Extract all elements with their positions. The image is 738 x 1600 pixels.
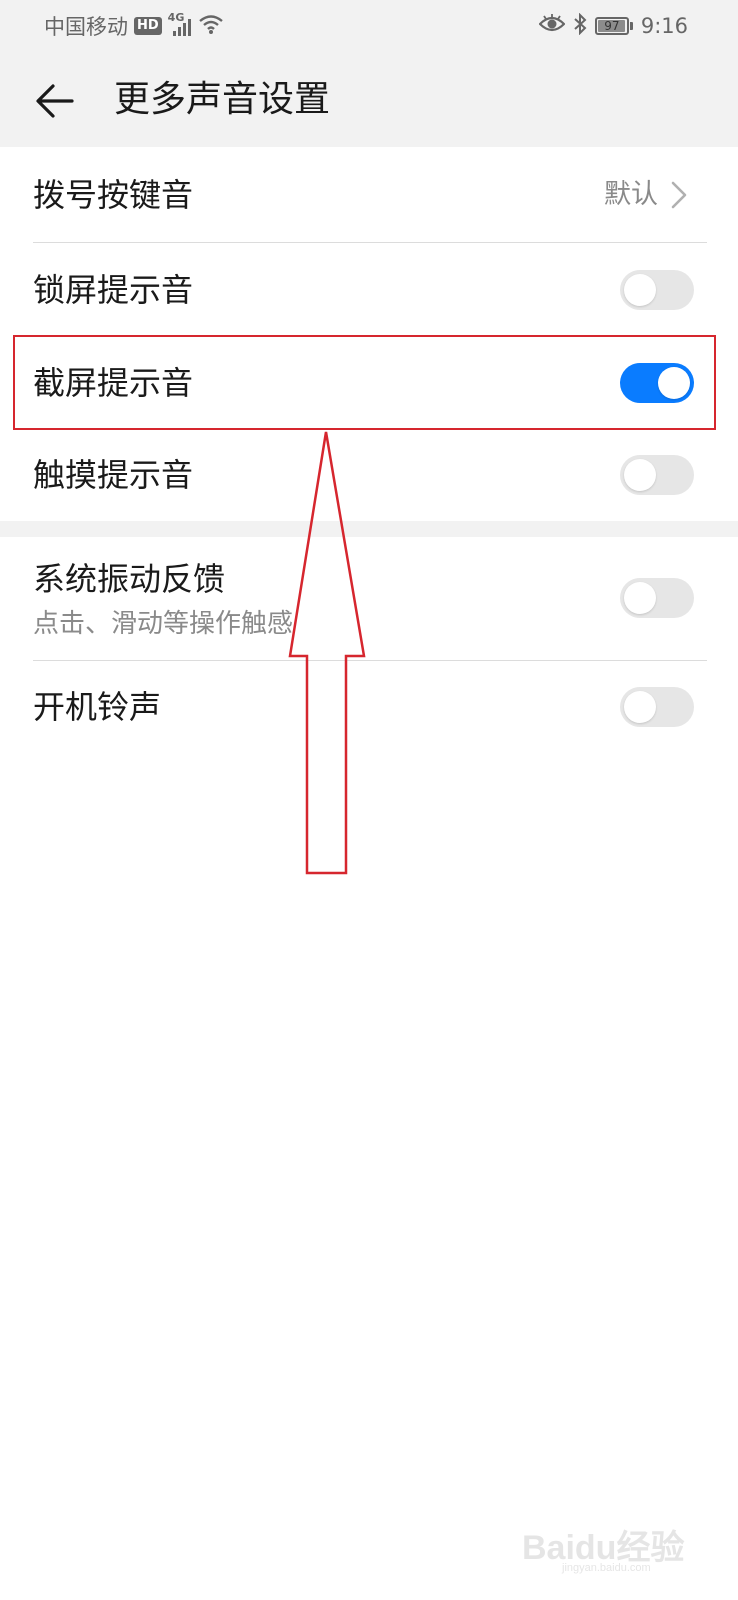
setting-label: 触摸提示音 <box>33 456 194 494</box>
hd-badge: HD <box>134 17 162 35</box>
status-left: 中国移动 HD 4G <box>44 11 224 40</box>
setting-label: 开机铃声 <box>33 688 162 726</box>
setting-row-dial-tone[interactable]: 拨号按键音 默认 <box>0 147 738 243</box>
arrow-left-icon[interactable] <box>34 80 76 122</box>
section-divider <box>0 521 738 537</box>
eye-comfort-icon <box>538 13 566 39</box>
status-bar: 中国移动 HD 4G 97 9:16 <box>0 0 738 52</box>
setting-label: 截屏提示音 <box>33 364 194 402</box>
setting-row-touch-sound: 触摸提示音 <box>0 429 738 521</box>
bluetooth-icon <box>573 12 587 40</box>
wifi-icon <box>198 13 224 40</box>
setting-label: 锁屏提示音 <box>33 271 194 309</box>
setting-label: 系统振动反馈 <box>33 560 226 598</box>
setting-subtitle: 点击、滑动等操作触感 <box>33 609 294 639</box>
setting-label: 拨号按键音 <box>33 176 194 214</box>
setting-row-vibration: 系统振动反馈 点击、滑动等操作触感 <box>0 537 738 661</box>
app-header: 更多声音设置 <box>0 52 738 147</box>
chevron-right-icon <box>671 181 687 209</box>
setting-value: 默认 <box>604 179 658 210</box>
carrier-name: 中国移动 <box>44 15 128 39</box>
setting-row-lock-sound: 锁屏提示音 <box>0 243 738 337</box>
setting-row-screenshot-sound: 截屏提示音 <box>0 337 738 429</box>
vibration-feedback-toggle[interactable] <box>620 578 694 618</box>
battery-icon: 97 <box>594 17 633 35</box>
setting-row-boot-ringtone: 开机铃声 <box>0 661 738 753</box>
clock: 9:16 <box>640 14 688 38</box>
touch-sound-toggle[interactable] <box>620 455 694 495</box>
cellular-signal-icon: 4G <box>168 11 192 37</box>
page-title: 更多声音设置 <box>114 79 331 120</box>
settings-screen: 中国移动 HD 4G 97 9:16 更多声音设置 拨号按键音 默认 锁屏提示音… <box>0 0 738 1600</box>
lock-sound-toggle[interactable] <box>620 270 694 310</box>
baidu-watermark-logo: Baidu经验 jingyan.baidu.com <box>522 1529 685 1574</box>
screenshot-sound-toggle[interactable] <box>620 363 694 403</box>
status-right: 97 9:16 <box>538 12 688 40</box>
boot-ringtone-toggle[interactable] <box>620 687 694 727</box>
battery-level: 97 <box>604 19 620 33</box>
